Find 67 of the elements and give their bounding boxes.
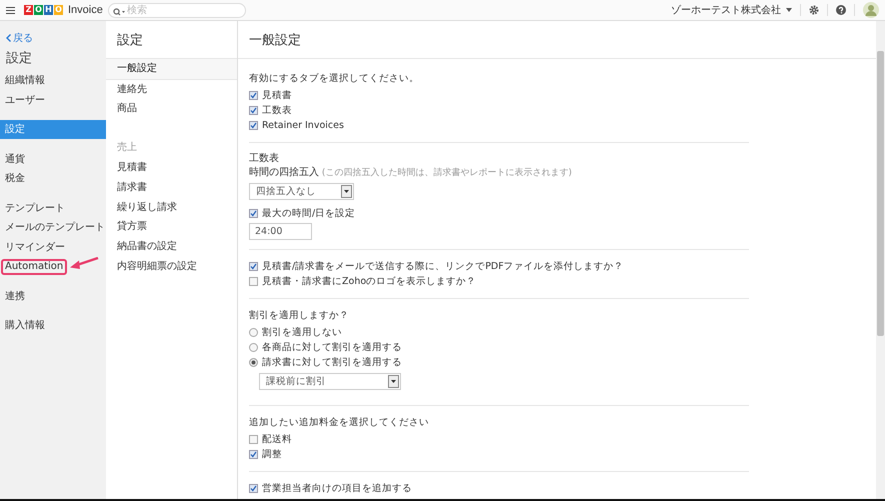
sidebar-item[interactable]: ユーザー — [0, 90, 50, 110]
caret-icon — [786, 8, 792, 12]
settings-nav-item[interactable]: 見積書 — [106, 158, 237, 178]
field-label: 時間の四捨五入 (この四捨五入した時間は、請求書やレポートに表示されます) — [249, 166, 573, 180]
organization-menu[interactable]: ゾーホーテスト株式会社 — [671, 3, 781, 17]
settings-nav-item[interactable]: 商品 — [106, 99, 237, 120]
pointer-arrow — [69, 256, 100, 271]
settings-nav-item[interactable]: 請求書 — [106, 178, 237, 198]
sidebar-item[interactable]: 連携 — [0, 286, 30, 306]
caret-icon — [344, 190, 349, 193]
checkbox[interactable] — [249, 106, 258, 115]
checkbox-label: 最大の時間/日を設定 — [262, 207, 356, 221]
settings-nav-item[interactable]: 納品書の設定 — [106, 236, 237, 257]
radio-label: 請求書に対して割引を適用する — [262, 356, 402, 370]
checkbox-label: 調整 — [262, 448, 282, 462]
checkbox[interactable] — [249, 209, 258, 218]
checkbox[interactable] — [249, 277, 258, 286]
radio-button[interactable] — [249, 343, 258, 352]
question-text: 追加したい追加料金を選択してください — [249, 416, 430, 430]
radio-label: 割引を適用しない — [262, 326, 342, 340]
highlighted-sidebar-item[interactable]: Automation — [1, 258, 68, 275]
logo: Z O H O — [24, 5, 63, 15]
sidebar-item[interactable]: 通貨 — [0, 150, 30, 169]
caret-icon — [391, 380, 396, 383]
dropdown[interactable]: 課税前に割引 — [259, 373, 401, 390]
checkbox-label: 見積書 — [262, 89, 292, 103]
question-text: 割引を適用しますか？ — [249, 309, 350, 323]
search-icon[interactable] — [112, 8, 125, 16]
settings-icon[interactable] — [809, 5, 819, 15]
checkbox[interactable] — [249, 121, 258, 130]
sidebar-title: 設定 — [6, 50, 33, 67]
checkbox-label: 見積書/請求書をメールで送信する際に、リンクでPDFファイルを添付しますか？ — [262, 260, 624, 274]
radio-label: 各商品に対して割引を適用する — [262, 341, 402, 355]
sidebar-item[interactable]: 購入情報 — [0, 316, 50, 336]
search-field[interactable]: 検索 — [108, 2, 246, 18]
page-title: 一般設定 — [238, 21, 876, 59]
radio-button[interactable] — [249, 358, 258, 367]
sidebar-item[interactable]: 組織情報 — [0, 71, 50, 90]
back-link[interactable]: 戻る — [6, 31, 33, 45]
sidebar-item[interactable]: 税金 — [0, 169, 30, 188]
section-header: 売上 — [116, 140, 138, 156]
input-field[interactable]: 24:00 — [249, 223, 312, 240]
dropdown[interactable]: 四捨五入なし — [249, 183, 354, 200]
checkbox-label: 配送料 — [262, 433, 292, 447]
checkbox[interactable] — [249, 435, 258, 444]
settings-nav-item[interactable]: 繰り返し請求 — [106, 198, 237, 218]
sidebar-item[interactable]: リマインダー — [0, 238, 70, 257]
sidebar-item[interactable]: テンプレート — [0, 198, 70, 218]
settings-nav-item[interactable]: 連絡先 — [106, 80, 237, 100]
menu-icon[interactable] — [6, 6, 15, 14]
product-name: Invoice — [68, 4, 103, 16]
scrollbar[interactable] — [876, 21, 885, 499]
help-icon[interactable] — [836, 5, 846, 15]
settings-nav-item[interactable]: 一般設定 — [106, 59, 237, 80]
checkbox-label: Retainer Invoices — [262, 119, 344, 133]
checkbox-label: 工数表 — [262, 104, 292, 118]
radio-button[interactable] — [249, 328, 258, 337]
section-heading: 工数表 — [249, 152, 280, 166]
checkbox-label: 見積書・請求書にZohoのロゴを表示しますか？ — [262, 275, 476, 289]
checkbox[interactable] — [249, 450, 258, 459]
checkbox[interactable] — [249, 91, 258, 100]
checkbox[interactable] — [249, 484, 258, 493]
checkbox[interactable] — [249, 262, 258, 271]
checkbox-label: 営業担当者向けの項目を追加する — [262, 482, 412, 496]
chevron-left-icon — [6, 34, 11, 42]
settings-nav-item[interactable]: 内容明細票の設定 — [106, 256, 237, 276]
question-text: 有効にするタブを選択してください。 — [249, 72, 420, 86]
